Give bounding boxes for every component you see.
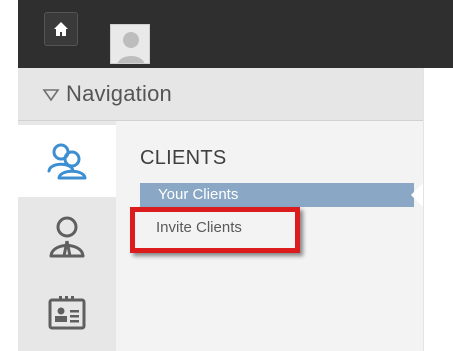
- avatar-silhouette-icon: [111, 25, 149, 63]
- menu-item-label: Your Clients: [158, 186, 239, 203]
- home-button[interactable]: [44, 12, 78, 46]
- home-icon: [54, 22, 68, 36]
- active-item-pointer: [411, 183, 423, 207]
- clients-group-icon: [47, 143, 87, 180]
- top-bar: [18, 0, 453, 68]
- user-avatar[interactable]: [110, 24, 150, 64]
- rail-item-clients[interactable]: [18, 125, 116, 197]
- section-title-clients: CLIENTS: [140, 147, 227, 169]
- menu-item-invite-clients[interactable]: Invite Clients: [156, 219, 242, 236]
- rail-item-consultant[interactable]: [18, 201, 116, 273]
- menu-item-your-clients[interactable]: Your Clients: [140, 183, 414, 207]
- content-pane: [423, 68, 453, 351]
- navigation-header[interactable]: Navigation: [18, 68, 423, 121]
- app-frame: Navigation CLIENTS Your Clients Invite C…: [0, 0, 453, 351]
- icon-rail: [18, 121, 116, 351]
- consultant-icon: [49, 216, 85, 258]
- triangle-down-icon: [42, 89, 60, 102]
- navigation-label: Navigation: [66, 81, 172, 106]
- id-card-icon: [48, 296, 86, 330]
- rail-item-id-card[interactable]: [18, 277, 116, 349]
